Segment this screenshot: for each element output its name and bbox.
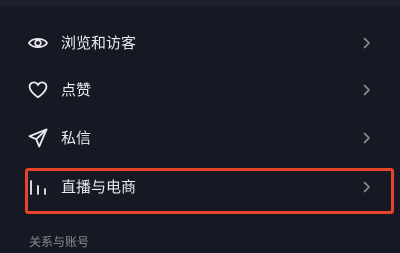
- settings-item-likes[interactable]: 点赞: [0, 66, 400, 114]
- chevron-right-icon: [361, 180, 373, 194]
- settings-item-live-and-ecommerce[interactable]: 直播与电商: [0, 163, 400, 211]
- settings-item-label: 浏览和访客: [61, 34, 137, 52]
- section-header-relations-and-account: 关系与账号: [29, 235, 90, 249]
- bar-chart-icon: [26, 175, 50, 199]
- settings-item-label: 私信: [61, 129, 92, 147]
- heart-icon: [26, 78, 50, 102]
- top-divider: [0, 0, 400, 6]
- chevron-right-icon: [361, 36, 373, 50]
- chevron-right-icon: [361, 131, 373, 145]
- paper-plane-icon: [26, 126, 50, 150]
- eye-icon: [26, 31, 50, 55]
- settings-item-label: 点赞: [61, 81, 92, 99]
- chevron-right-icon: [361, 83, 373, 97]
- settings-item-browse-and-visitors[interactable]: 浏览和访客: [0, 19, 400, 67]
- settings-item-label: 直播与电商: [61, 178, 137, 196]
- settings-item-messages[interactable]: 私信: [0, 114, 400, 162]
